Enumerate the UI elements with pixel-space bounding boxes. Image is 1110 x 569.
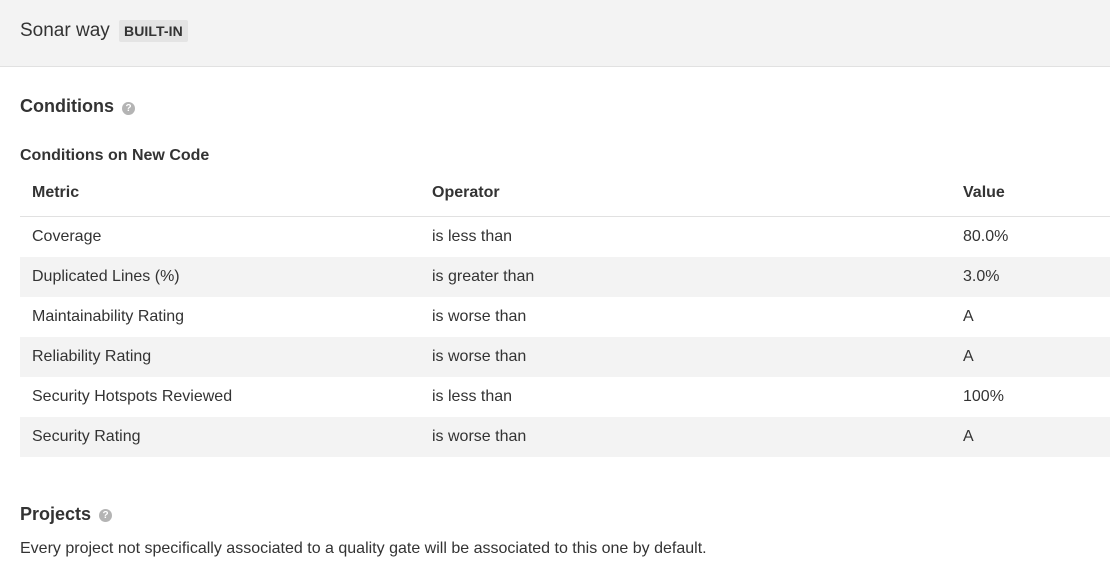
conditions-title: Conditions — [20, 96, 114, 116]
column-header-metric: Metric — [32, 184, 80, 201]
table-row: Coverage is less than 80.0% — [20, 217, 1110, 257]
column-header-value: Value — [963, 184, 1005, 201]
metric-cell: Security Rating — [32, 428, 141, 445]
table-row: Security Rating is worse than A — [20, 417, 1110, 457]
value-cell: A — [963, 348, 974, 365]
value-cell: 3.0% — [963, 268, 1000, 285]
operator-cell: is less than — [432, 388, 513, 405]
column-header-operator: Operator — [432, 184, 500, 201]
metric-cell: Maintainability Rating — [32, 308, 185, 325]
metric-cell: Coverage — [32, 228, 102, 245]
projects-title: Projects — [20, 504, 92, 524]
projects-description: Every project not specifically associate… — [20, 540, 707, 557]
operator-cell: is worse than — [432, 428, 527, 445]
projects-help-icon[interactable]: ? — [99, 509, 112, 522]
operator-cell: is less than — [432, 228, 513, 245]
operator-cell: is worse than — [432, 348, 527, 365]
metric-cell: Security Hotspots Reviewed — [32, 388, 233, 405]
value-cell: A — [963, 308, 974, 325]
conditions-table: Metric Operator Value Coverage is less t… — [20, 172, 1110, 457]
table-row: Maintainability Rating is worse than A — [20, 297, 1110, 337]
conditions-help-icon[interactable]: ? — [122, 102, 135, 115]
operator-cell: is greater than — [432, 268, 535, 285]
metric-cell: Duplicated Lines (%) — [32, 268, 180, 285]
metric-cell: Reliability Rating — [32, 348, 152, 365]
table-header: Metric Operator Value — [20, 172, 1110, 217]
value-cell: 100% — [963, 388, 1004, 405]
built-in-badge: BUILT-IN — [119, 20, 188, 42]
table-row: Duplicated Lines (%) is greater than 3.0… — [20, 257, 1110, 297]
table-row: Reliability Rating is worse than A — [20, 337, 1110, 377]
conditions-on-new-code-title: Conditions on New Code — [20, 147, 210, 164]
value-cell: A — [963, 428, 974, 445]
operator-cell: is worse than — [432, 308, 527, 325]
quality-gate-title: Sonar way — [20, 20, 110, 41]
quality-gate-header: Sonar way BUILT-IN — [0, 0, 1110, 67]
value-cell: 80.0% — [963, 228, 1009, 245]
table-row: Security Hotspots Reviewed is less than … — [20, 377, 1110, 417]
